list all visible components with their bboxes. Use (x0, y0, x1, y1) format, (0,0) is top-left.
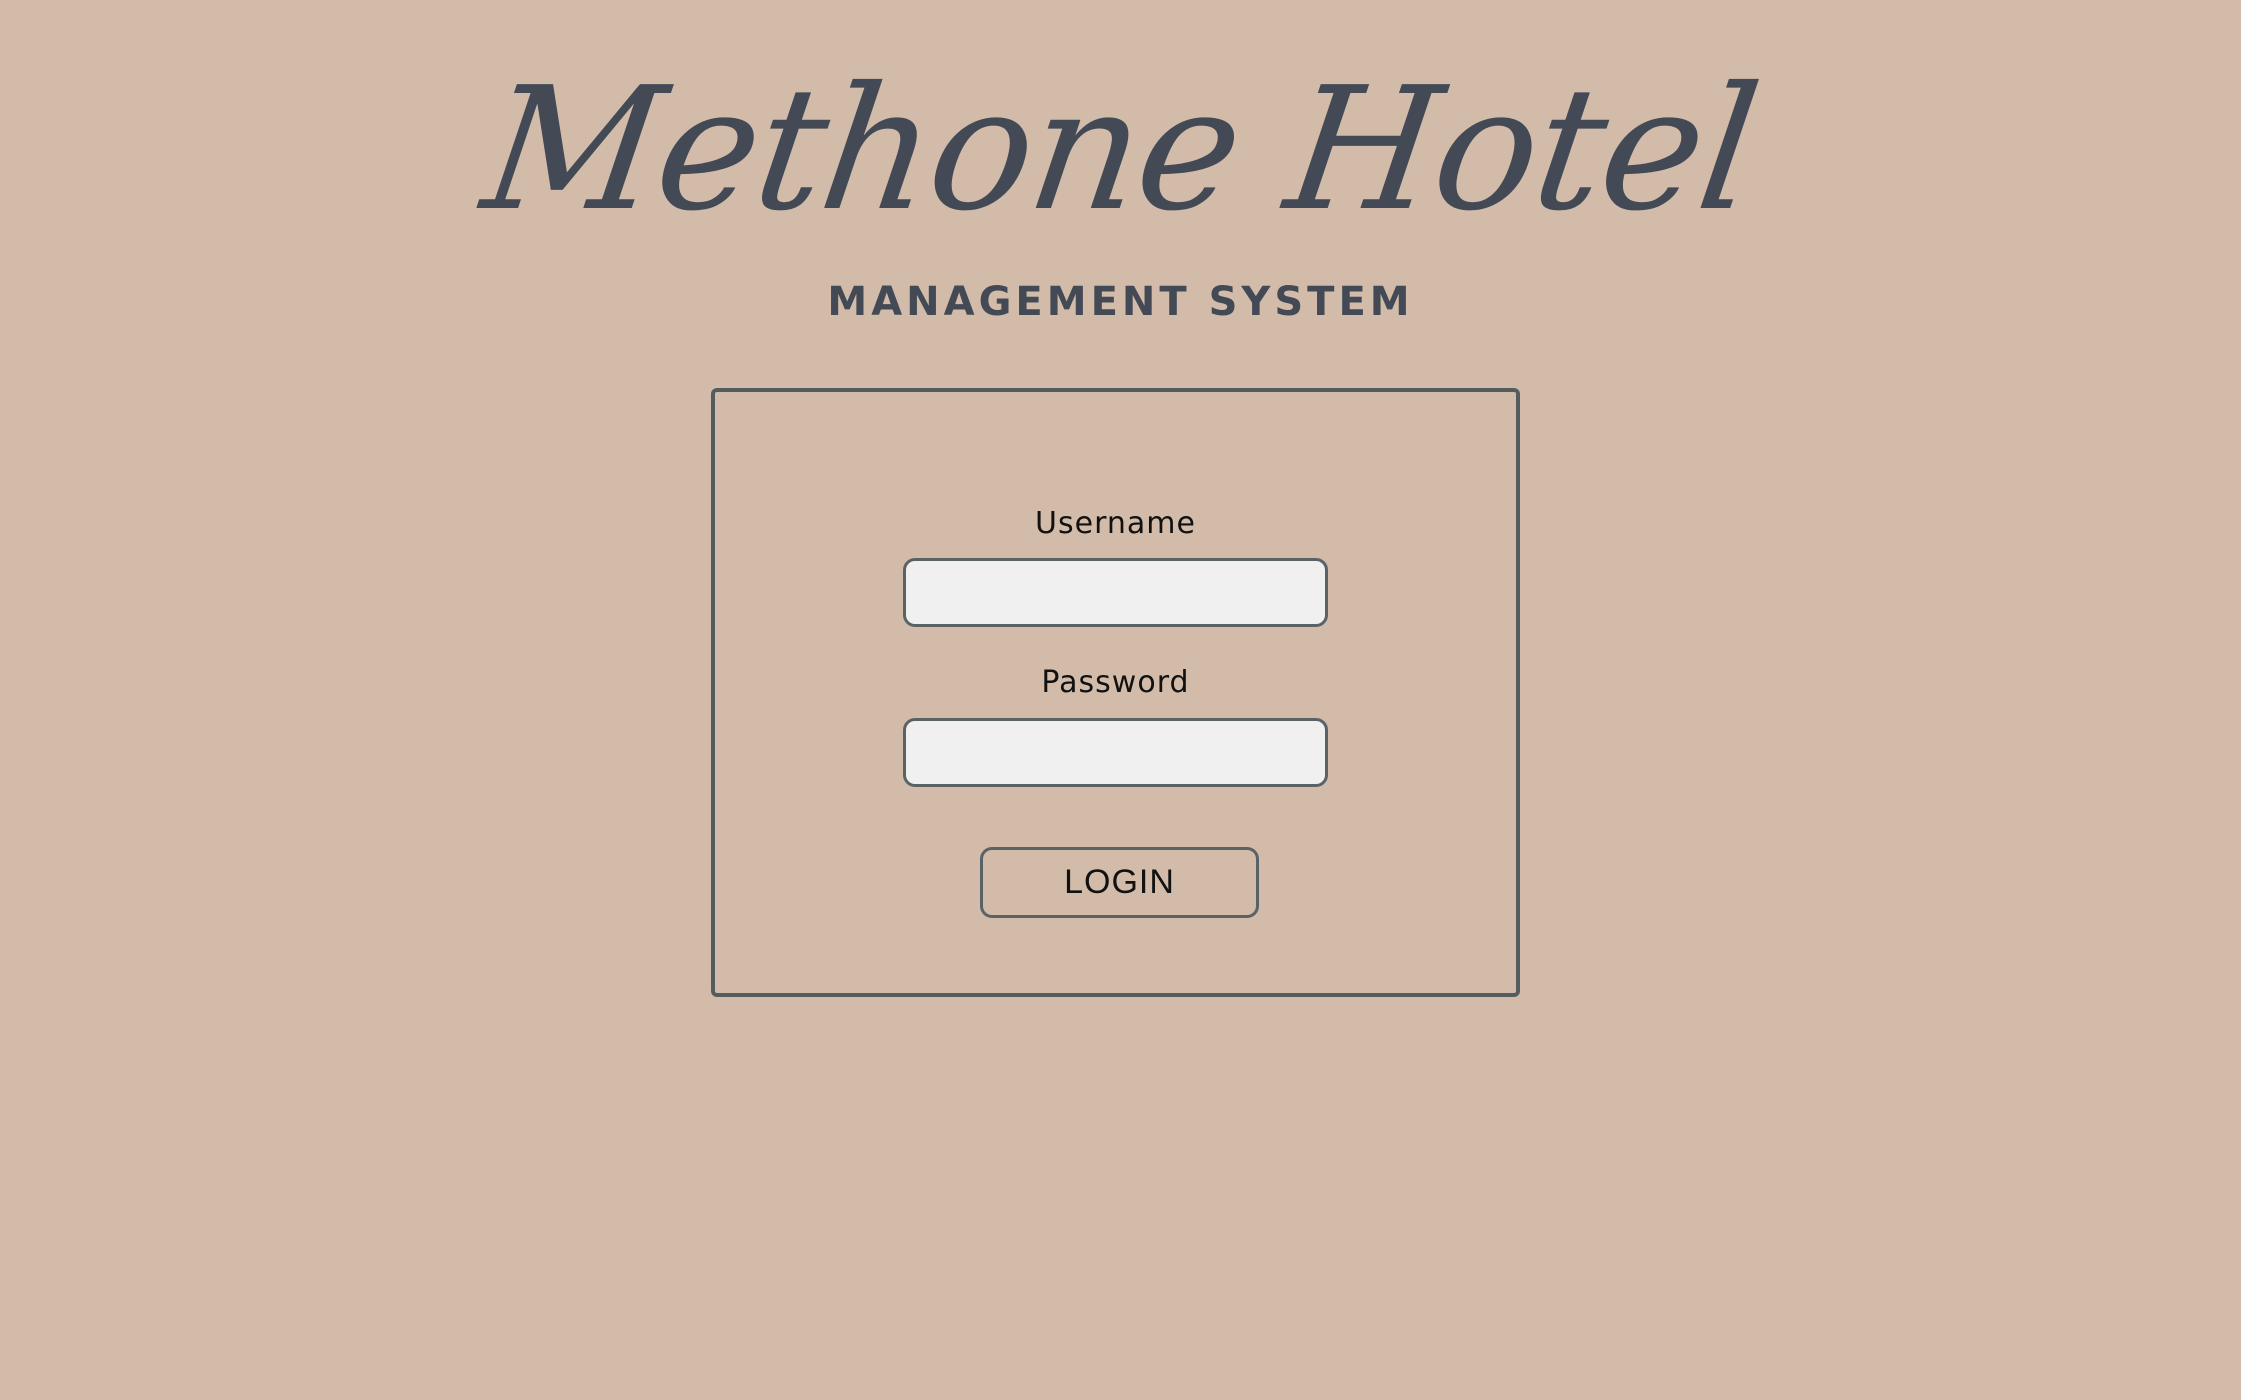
login-panel: Username Password LOGIN (711, 388, 1520, 997)
username-label: Username (1035, 506, 1196, 541)
password-label: Password (1041, 665, 1190, 700)
password-input[interactable] (903, 718, 1328, 787)
hotel-title: Methone Hotel (473, 51, 1768, 249)
login-button[interactable]: LOGIN (980, 847, 1259, 918)
system-subtitle: MANAGEMENT SYSTEM (827, 279, 1414, 325)
username-input[interactable] (903, 558, 1328, 627)
